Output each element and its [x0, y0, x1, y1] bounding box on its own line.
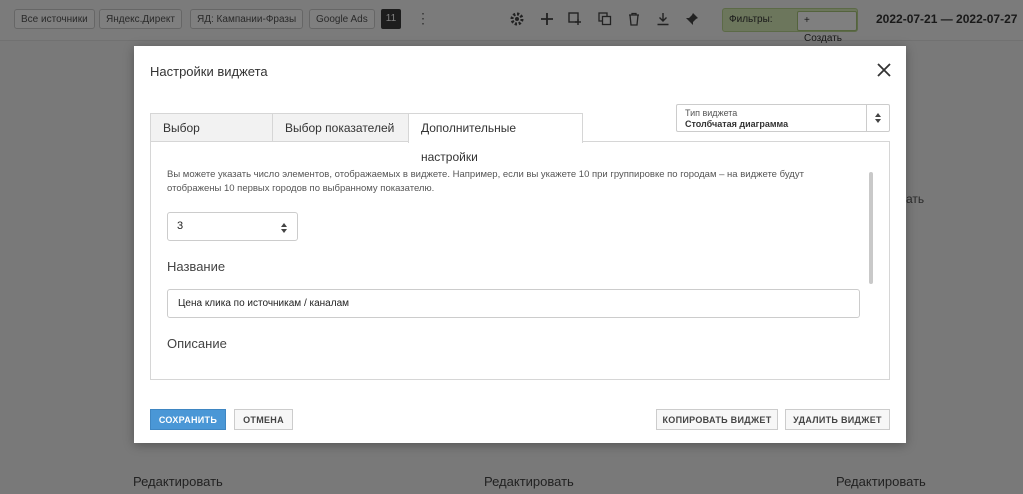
panel-scrollbar[interactable]: [869, 172, 873, 284]
tab-groupings[interactable]: Выбор группировок: [150, 113, 273, 164]
select-arrows-icon: [866, 105, 889, 131]
element-limit-value: 3: [177, 220, 184, 232]
dialog-title: Настройки виджета: [150, 64, 268, 79]
name-section-title: Название: [167, 259, 226, 274]
description-section-title: Описание: [167, 336, 227, 351]
widget-type-value: Столбчатая диаграмма: [685, 119, 789, 129]
widget-type-label: Тип виджета: [685, 108, 738, 118]
stepper-arrows-icon[interactable]: [280, 221, 288, 239]
widget-name-field[interactable]: Цена клика по источникам / каналам: [167, 289, 860, 318]
cancel-button[interactable]: ОТМЕНА: [234, 409, 293, 430]
delete-widget-button[interactable]: УДАЛИТЬ ВИДЖЕТ: [785, 409, 890, 430]
save-button[interactable]: СОХРАНИТЬ: [150, 409, 226, 430]
close-icon[interactable]: [876, 62, 892, 78]
widget-type-select[interactable]: Тип виджета Столбчатая диаграмма: [676, 104, 890, 132]
tab-metrics[interactable]: Выбор показателей: [272, 113, 409, 142]
element-limit-stepper[interactable]: 3: [167, 212, 298, 241]
limit-hint-text: Вы можете указать число элементов, отобр…: [167, 169, 804, 194]
widget-name-value: Цена клика по источникам / каналам: [178, 298, 350, 309]
widget-settings-dialog: Настройки виджета Выбор группировок Выбо…: [134, 46, 906, 443]
copy-widget-button[interactable]: КОПИРОВАТЬ ВИДЖЕТ: [656, 409, 778, 430]
tab-additional-settings[interactable]: Дополнительные настройки: [408, 113, 583, 164]
settings-panel: Вы можете указать число элементов, отобр…: [150, 141, 890, 380]
